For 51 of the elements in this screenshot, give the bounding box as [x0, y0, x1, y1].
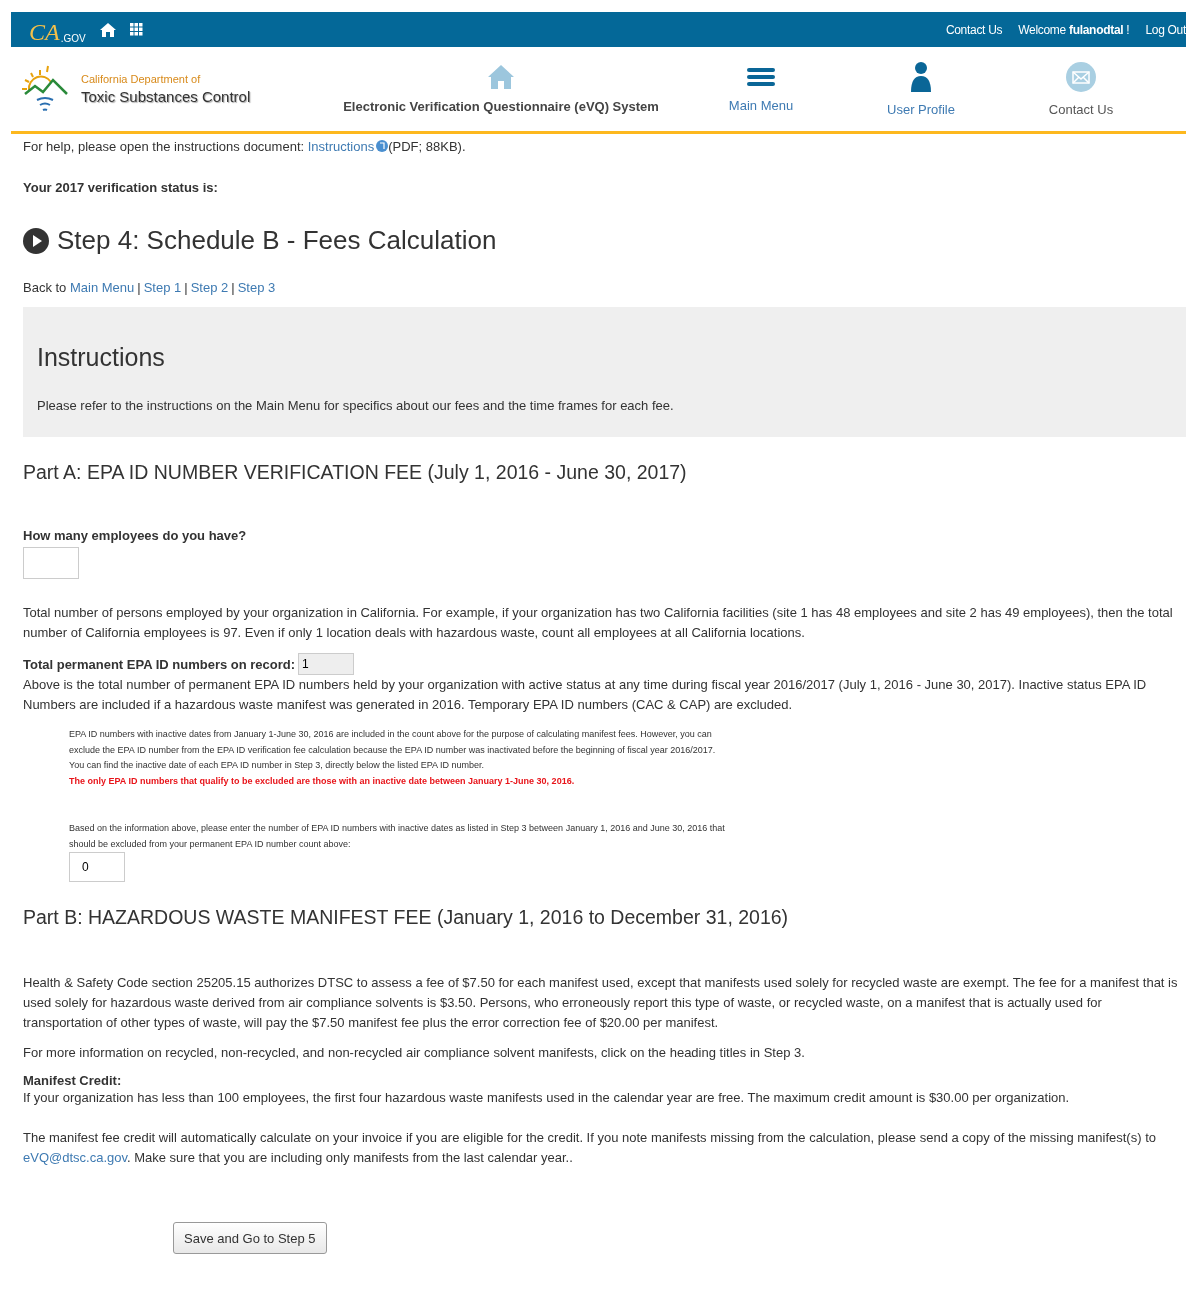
- nav-link[interactable]: Main Menu: [681, 65, 841, 113]
- section-title: Part A: EPA ID NUMBER VERIFICATION FEE (July 1, 2016 - June 30, 2017): [23, 461, 688, 484]
- nav-link[interactable]: User Profile: [841, 61, 1001, 117]
- grid-icon[interactable]: [129, 23, 143, 36]
- menu-icon: [747, 65, 775, 88]
- separator: |: [184, 280, 188, 295]
- instructions-text: Please refer to the instructions on the Main Menu for specifics about our fees and the time frames for each fee.: [37, 398, 675, 413]
- user-icon: [911, 61, 931, 92]
- note-text: EPA ID numbers with inactive dates from January 1-June 30, 2016 are included in the count above for the purpose of calculating manifest fees. However, you can exclude the EPA ID number from the EPA ID verification fee calculation because the EPA ID number was inactivated before the beginning of fiscal year 2016/2017. You can find the inactive date of each EPA ID number in Step 3, directly below the listed EPA ID number.: [69, 728, 717, 772]
- employees-input[interactable]: [23, 547, 79, 579]
- field-label: How many employees do you have?: [23, 528, 248, 543]
- nav-link[interactable]: Contact Us: [1001, 61, 1161, 117]
- welcome-text: Welcome fulanodtal !: [1018, 22, 1130, 37]
- breadcrumb-link[interactable]: Main Menu: [70, 280, 135, 295]
- save-button[interactable]: Save and Go to Step 5: [173, 1222, 327, 1254]
- email-link[interactable]: eVQ@dtsc.ca.gov: [23, 1150, 127, 1165]
- credit-text: If your organization has less than 100 employees, the first four hazardous waste manifests used in the calendar year are free. The maximum credit amount is $30.00 per organization.: [23, 1089, 1071, 1107]
- epa-help-text: Above is the total number of permanent EPA ID numbers held by your organization with active status at any time during fiscal year 2016/2017 (July 1, 2016 - June 30, 2017). Inactive status EPA ID Numbers are included if a hazardous waste manifest was generated in 2016. Temporary EPA ID numbers (CAC & CAP) are excluded.: [23, 676, 1148, 714]
- breadcrumb-label: Back to: [23, 280, 67, 295]
- top-bar-link[interactable]: Log Out: [1145, 22, 1186, 37]
- ca-gov-logo[interactable]: CA.GOV: [29, 15, 86, 44]
- department-name: California Department of: [81, 73, 202, 85]
- page-title: Step 4: Schedule B - Fees Calculation: [57, 225, 497, 256]
- home-icon: [488, 64, 514, 89]
- agency-name: Toxic Substances Control: [81, 88, 251, 105]
- help-text: For help, please open the instructions document: Instructions (PDF; 88KB).: [23, 139, 467, 154]
- breadcrumb-link[interactable]: Step 3: [237, 280, 276, 295]
- breadcrumb-link[interactable]: Step 1: [143, 280, 182, 295]
- exclude-label: Based on the information above, please enter the number of EPA ID numbers with inactive dates as listed in Step 3 between January 1, 2016 and June 30, 2016 that should be excluded from your permanent EPA ID number count above:: [69, 822, 726, 851]
- warning-text: The only EPA ID numbers that qualify to be excluded are those with an inactive date between January 1-June 30, 2016.: [69, 774, 576, 788]
- credit-note: The manifest fee credit will automatically calculate on your invoice if you are eligible for the credit. If you note manifests missing from the calculation, please send a copy of the missing manifest(s) to eVQ@dtsc.ca.gov. Make sure that you are including only manifests from the last calendar year..: [23, 1129, 1157, 1167]
- employees-help-text: Total number of persons employed by your organization in California. For example, if your organization has two California facilities (site 1 has 48 employees and site 2 has 49 employees), then the total number of California employees is 97. Even if only 1 location deals with hazardous waste, count all employees at all California locations.: [23, 604, 1174, 642]
- instructions-title: Instructions: [37, 343, 166, 372]
- pdf-icon: [376, 140, 389, 152]
- fee-paragraph: Health & Safety Code section 25205.15 authorizes DTSC to assess a fee of $7.50 for each manifest used, except that manifests used solely for recycled waste are exempt. The fee for a manifest that is used solely for hazardous waste derived from air compliance solvents is $3.50. Persons, who erroneously report this type of waste, or recycled waste, on a manifest that is actually used for transportation of other types of waste, will pay the $7.50 manifest fee plus the error correction fee of $20.00 per manifest.: [23, 974, 1179, 1032]
- play-circle-icon: [23, 227, 49, 254]
- separator: |: [137, 280, 141, 295]
- section-title: Part B: HAZARDOUS WASTE MANIFEST FEE (January 1, 2016 to December 31, 2016): [23, 906, 790, 929]
- exclude-count-input[interactable]: 0: [69, 852, 125, 882]
- info-paragraph: For more information on recycled, non-recycled, and non-recycled air compliance solvent manifests, click on the heading titles in Step 3.: [23, 1044, 806, 1062]
- field-label: Total permanent EPA ID numbers on record:: [23, 656, 296, 672]
- instructions-link[interactable]: Instructions: [307, 139, 375, 154]
- epa-count-field[interactable]: 1: [298, 653, 355, 675]
- credit-title: Manifest Credit:: [23, 1073, 123, 1088]
- separator: |: [231, 280, 235, 295]
- status-label: Your 2017 verification status is:: [23, 180, 219, 195]
- home-icon[interactable]: [99, 22, 116, 37]
- top-bar-link[interactable]: Contact Us: [945, 22, 1003, 37]
- breadcrumb-link[interactable]: Step 2: [190, 280, 229, 295]
- system-title: Electronic Verification Questionnaire (eVQ) System: [343, 98, 659, 114]
- mail-icon: [1066, 61, 1096, 92]
